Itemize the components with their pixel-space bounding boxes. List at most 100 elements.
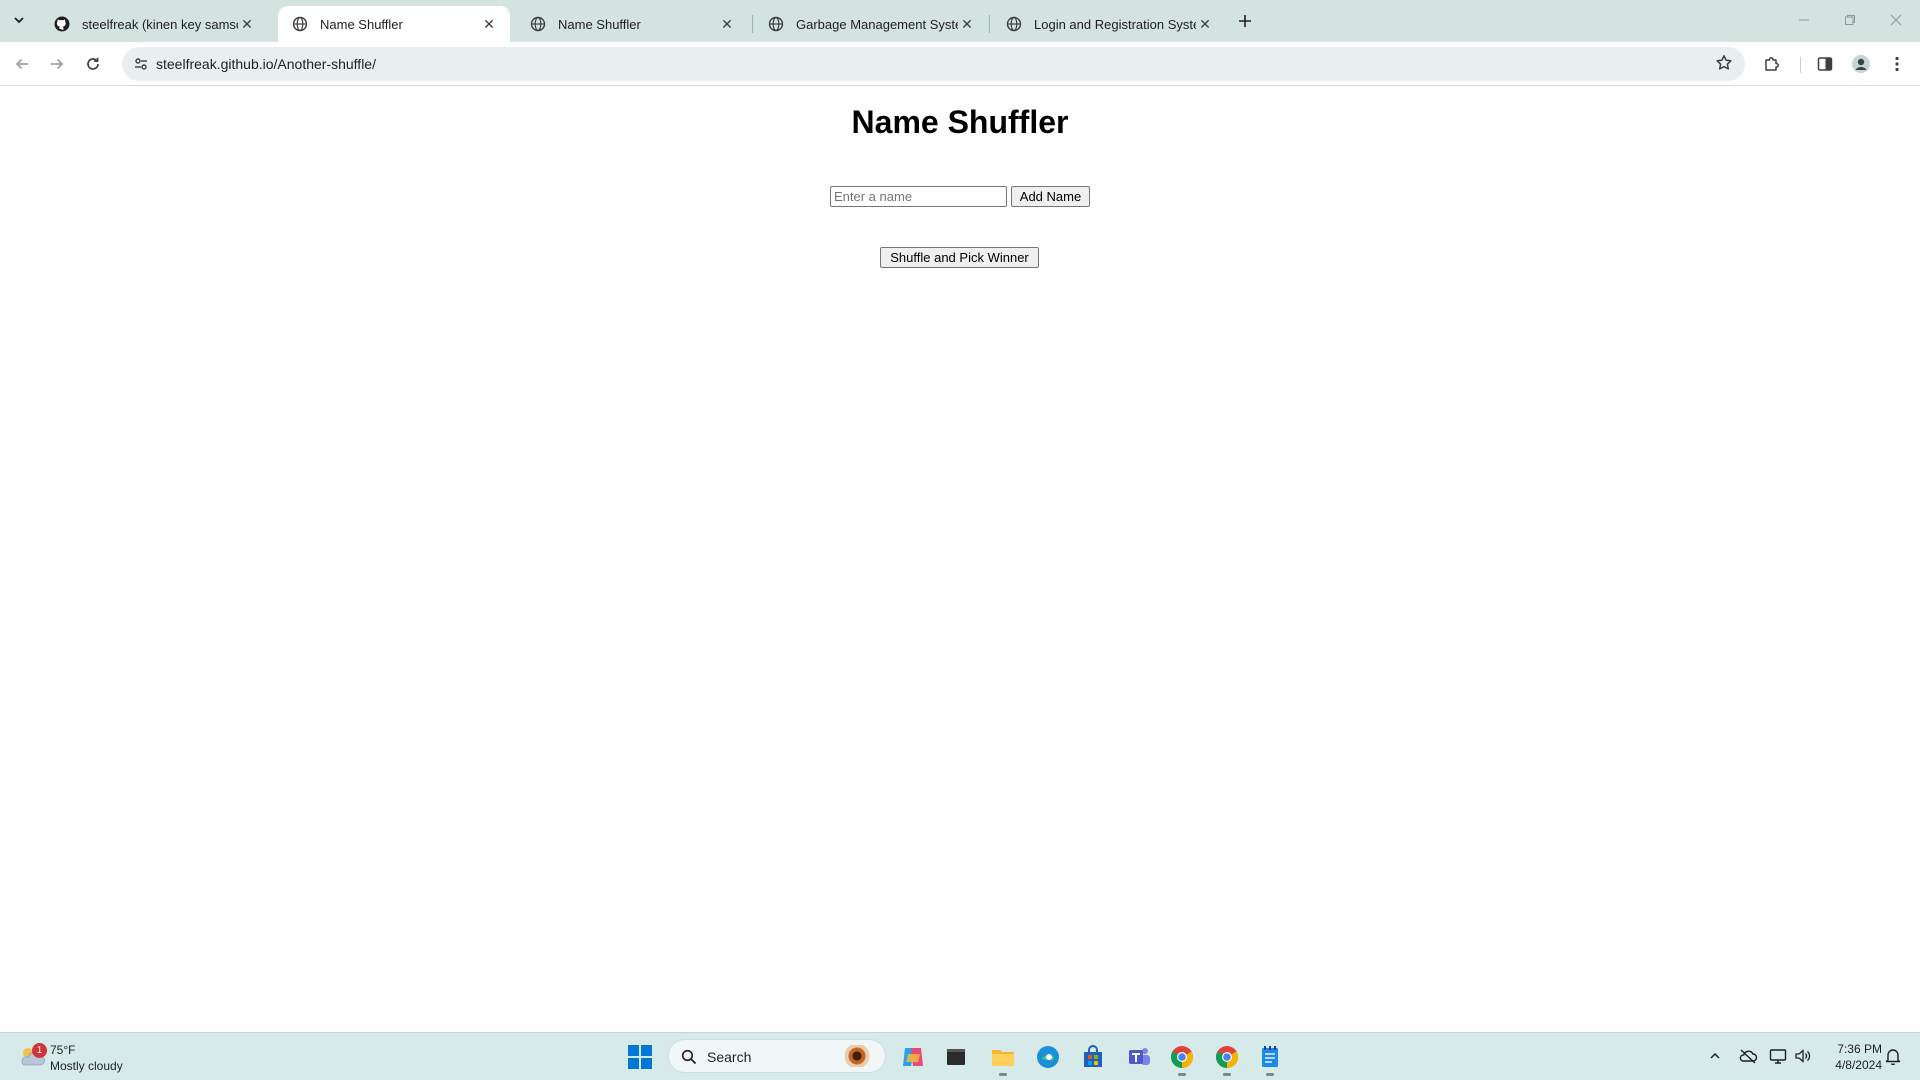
notification-badge: 1: [32, 1043, 47, 1058]
globe-icon: [1006, 16, 1022, 32]
plus-icon: [1239, 15, 1251, 27]
tab-name-shuffler[interactable]: Name Shuffler ✕: [516, 6, 748, 42]
tab-garbage-management[interactable]: Garbage Management System ✕: [754, 6, 988, 42]
cloud-offline-icon: [1739, 1049, 1758, 1064]
profile-button[interactable]: [1846, 49, 1876, 79]
weather-condition: Mostly cloudy: [50, 1059, 123, 1073]
close-icon: [1890, 14, 1902, 26]
page-title: Name Shuffler: [851, 104, 1069, 140]
globe-icon: [530, 16, 546, 32]
tab-strip: steelfreak (kinen key samson) ✕ Name Shu…: [0, 0, 1920, 42]
system-clock[interactable]: 7:36 PM 4/8/2024: [1818, 1041, 1882, 1073]
chrome-app[interactable]: [1166, 1041, 1198, 1076]
reload-icon: [87, 57, 99, 70]
running-indicator: [1266, 1073, 1274, 1076]
tab-name-shuffler-active[interactable]: Name Shuffler ✕: [278, 6, 510, 42]
tab-title: steelfreak (kinen key samson): [82, 16, 238, 32]
chrome-profile-app[interactable]: [1211, 1041, 1243, 1076]
notepad-icon: [1262, 1046, 1278, 1067]
start-button[interactable]: [628, 1045, 652, 1069]
file-explorer-app[interactable]: [987, 1041, 1019, 1076]
address-bar[interactable]: steelfreak.github.io/Another-shuffle/: [122, 47, 1745, 81]
name-input[interactable]: [830, 186, 1007, 207]
side-panel-button[interactable]: [1810, 49, 1840, 79]
bookmark-star-icon[interactable]: [1715, 54, 1735, 74]
network-tray[interactable]: [1767, 1045, 1789, 1067]
search-label: Search: [707, 1049, 752, 1065]
close-icon[interactable]: ✕: [1196, 15, 1214, 33]
store-app[interactable]: [1077, 1041, 1109, 1073]
show-hidden-icons-button[interactable]: [1704, 1045, 1726, 1067]
edge-app[interactable]: [1032, 1041, 1064, 1073]
restore-icon: [1845, 15, 1855, 25]
clock-time: 7:36 PM: [1837, 1042, 1882, 1056]
weather-widget[interactable]: 1 75°F Mostly cloudy: [16, 1039, 146, 1075]
new-tab-button[interactable]: [1232, 8, 1258, 34]
chrome-icon: [1216, 1046, 1238, 1068]
tab-github[interactable]: steelfreak (kinen key samson) ✕: [40, 6, 268, 42]
minimize-button[interactable]: [1781, 0, 1827, 40]
search-icon: [681, 1049, 697, 1065]
tab-title: Name Shuffler: [558, 16, 641, 32]
minimize-icon: [1799, 19, 1809, 21]
close-icon[interactable]: ✕: [718, 15, 736, 33]
clock-date: 4/8/2024: [1835, 1058, 1882, 1072]
speaker-icon: [1795, 1049, 1811, 1063]
forward-button[interactable]: [42, 49, 72, 79]
search-highlight-eye-icon: [833, 1045, 881, 1067]
network-icon: [1769, 1049, 1787, 1064]
extensions-button[interactable]: [1757, 49, 1787, 79]
toolbar-divider: [1800, 57, 1801, 73]
taskbar: 1 75°F Mostly cloudy Search 7:36 PM 4/8/…: [0, 1032, 1920, 1080]
avatar-icon: [1852, 55, 1870, 73]
notepad-app[interactable]: [1254, 1041, 1286, 1076]
github-icon: [54, 16, 70, 32]
site-settings-icon[interactable]: [130, 53, 152, 75]
copilot-icon: [903, 1048, 923, 1066]
shuffle-pick-winner-button[interactable]: Shuffle and Pick Winner: [880, 247, 1039, 268]
arrow-right-icon: [51, 58, 64, 70]
taskbar-search[interactable]: Search: [668, 1039, 886, 1073]
add-name-button[interactable]: Add Name: [1011, 186, 1090, 207]
tab-separator: [752, 15, 753, 33]
reload-button[interactable]: [78, 49, 108, 79]
close-icon[interactable]: ✕: [480, 15, 498, 33]
side-panel-icon: [1817, 57, 1833, 71]
running-indicator: [999, 1073, 1007, 1076]
chevron-down-icon: [14, 17, 24, 24]
more-vert-icon: [1895, 56, 1899, 72]
store-icon: [1084, 1045, 1102, 1067]
puzzle-icon: [1765, 57, 1779, 71]
tab-search-button[interactable]: [7, 8, 31, 32]
running-indicator: [1223, 1073, 1231, 1076]
tab-separator: [989, 15, 990, 33]
volume-tray[interactable]: [1792, 1045, 1814, 1067]
arrow-left-icon: [15, 58, 28, 70]
chevron-up-icon: [1710, 1052, 1720, 1059]
bell-icon: [1885, 1049, 1901, 1065]
close-icon[interactable]: ✕: [238, 15, 256, 33]
tab-login-registration[interactable]: Login and Registration System ✕: [992, 6, 1226, 42]
notifications-button[interactable]: [1882, 1045, 1904, 1067]
tab-title: Name Shuffler: [320, 16, 403, 32]
onedrive-tray[interactable]: [1737, 1045, 1759, 1067]
restore-button[interactable]: [1827, 0, 1873, 40]
running-indicator: [1178, 1073, 1186, 1076]
close-window-button[interactable]: [1873, 0, 1919, 40]
menu-button[interactable]: [1882, 49, 1912, 79]
edge-icon: [1037, 1046, 1059, 1068]
copilot-app[interactable]: [897, 1041, 929, 1073]
terminal-app[interactable]: [940, 1041, 972, 1073]
browser-toolbar: steelfreak.github.io/Another-shuffle/: [0, 42, 1920, 86]
terminal-icon: [947, 1049, 965, 1065]
page-content: Name Shuffler Add Name Shuffle and Pick …: [0, 87, 1920, 1032]
back-button[interactable]: [7, 49, 37, 79]
windows-logo-icon: [628, 1045, 652, 1069]
weather-temp: 75°F: [50, 1043, 76, 1057]
url-text: steelfreak.github.io/Another-shuffle/: [156, 56, 376, 72]
tab-title: Garbage Management System: [796, 16, 958, 32]
teams-icon: [1129, 1048, 1150, 1065]
tab-title: Login and Registration System: [1034, 16, 1196, 32]
teams-app[interactable]: [1123, 1041, 1155, 1073]
close-icon[interactable]: ✕: [958, 15, 976, 33]
